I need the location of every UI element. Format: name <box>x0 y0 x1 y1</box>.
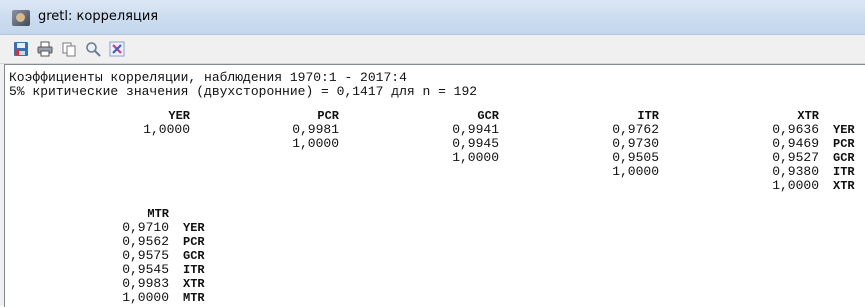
column-header: XTR <box>797 109 819 123</box>
row-label: GCR <box>183 249 205 263</box>
column-header: GCR <box>477 109 499 123</box>
row-label: PCR <box>833 137 855 151</box>
window-titlebar[interactable]: gretl: корреляция <box>0 0 865 35</box>
correlation-cell: 0,9636 <box>772 122 819 137</box>
column-header: YER <box>168 109 190 123</box>
output-text-view[interactable]: Коэффициенты корреляции, наблюдения 1970… <box>4 64 865 307</box>
column-header: ITR <box>637 109 659 123</box>
gretl-app-icon[interactable] <box>12 10 30 26</box>
correlation-cell: 0,9710 <box>122 220 169 235</box>
row-label: YER <box>833 123 855 137</box>
correlation-cell: 0,9527 <box>772 150 819 165</box>
row-label: ITR <box>833 165 855 179</box>
correlation-cell: 1,0000 <box>143 122 190 137</box>
correlation-cell: 1,0000 <box>122 290 169 305</box>
column-header: MTR <box>147 207 169 221</box>
column-header: PCR <box>317 109 339 123</box>
row-label: YER <box>183 221 205 235</box>
output-critical-values-line: 5% критические значения (двухсторонние) … <box>9 84 478 99</box>
row-label: PCR <box>183 235 205 249</box>
toolbar <box>0 35 865 64</box>
correlation-cell: 0,9945 <box>452 136 499 151</box>
content-area: Коэффициенты корреляции, наблюдения 1970… <box>0 64 865 307</box>
correlation-cell: 0,9505 <box>612 150 659 165</box>
copy-icon[interactable] <box>58 39 80 59</box>
correlation-cell: 0,9762 <box>612 122 659 137</box>
correlation-cell: 0,9575 <box>122 248 169 263</box>
correlation-cell: 1,0000 <box>452 150 499 165</box>
correlation-cell: 0,9562 <box>122 234 169 249</box>
correlation-cell: 0,9981 <box>292 122 339 137</box>
correlation-cell: 0,9469 <box>772 136 819 151</box>
row-label: XTR <box>183 277 205 291</box>
correlation-cell: 1,0000 <box>612 164 659 179</box>
correlation-cell: 0,9983 <box>122 276 169 291</box>
find-icon[interactable] <box>82 39 104 59</box>
correlation-cell: 1,0000 <box>292 136 339 151</box>
row-label: MTR <box>183 291 205 305</box>
row-label: ITR <box>183 263 205 277</box>
output-header-line: Коэффициенты корреляции, наблюдения 1970… <box>9 70 407 85</box>
window-title: gretl: корреляция <box>38 9 159 24</box>
row-label: GCR <box>833 151 855 165</box>
correlation-cell: 1,0000 <box>772 178 819 193</box>
print-icon[interactable] <box>34 39 56 59</box>
correlation-cell: 0,9545 <box>122 262 169 277</box>
row-label: XTR <box>833 179 855 193</box>
close-icon[interactable] <box>106 39 128 59</box>
correlation-cell: 0,9941 <box>452 122 499 137</box>
correlation-cell: 0,9380 <box>772 164 819 179</box>
save-icon[interactable] <box>10 39 32 59</box>
correlation-cell: 0,9730 <box>612 136 659 151</box>
